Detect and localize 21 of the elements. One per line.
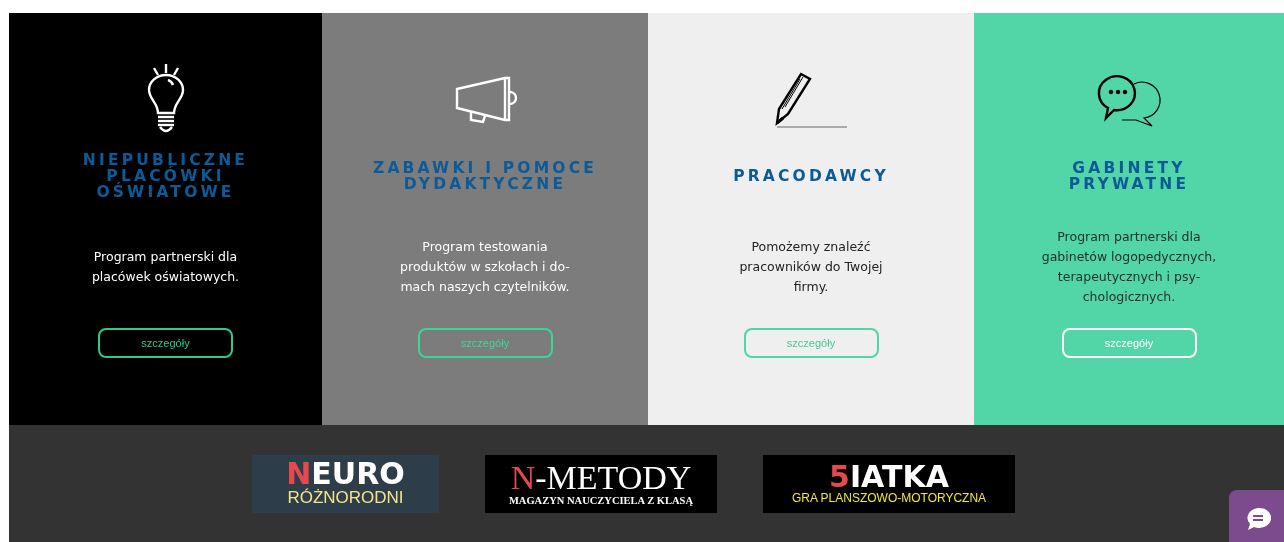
megaphone-icon bbox=[453, 76, 517, 124]
card-title: ZABAWKI I POMOCE DYDAKTYCZNE bbox=[372, 160, 598, 192]
pencil-icon bbox=[773, 71, 849, 129]
logo-wordmark: N-METODY bbox=[510, 460, 692, 495]
card-title: NIEPUBLICZNE PLACÓWKI OŚWIATOWE bbox=[82, 152, 249, 200]
magazine-logo[interactable]: N-METODY MAGAZYN NAUCZYCIELA Z KLASĄ bbox=[485, 454, 717, 513]
card-description: Program partnerski dla placówek oświatowych. bbox=[91, 248, 240, 286]
logo-tagline: RÓŻNORODNI bbox=[287, 489, 404, 508]
logo-wordmark: 5IATKA bbox=[829, 461, 949, 492]
card-title: PRACODAWCY bbox=[733, 168, 889, 184]
card-description: Pomożemy znaleźć pracowników do Twojej firmy. bbox=[739, 238, 883, 296]
details-button[interactable]: szczegóły bbox=[98, 327, 233, 358]
logo-tagline: MAGAZYN NAUCZYCIELA Z KLASĄ bbox=[508, 494, 694, 507]
chat-button[interactable] bbox=[1229, 490, 1284, 542]
logo-tagline: GRA PLANSZOWO-MOTORYCZNA bbox=[791, 491, 987, 506]
magazine-logo[interactable]: NEURO RÓŻNORODNI bbox=[252, 454, 439, 513]
card-description: Program partnerski dla gabinetów logopedycznych, terapeutycznych i psy- chologicznych. bbox=[1041, 228, 1217, 306]
card-title: GABINETY PRYWATNE bbox=[1068, 160, 1190, 192]
magazine-logo[interactable]: 5IATKA GRA PLANSZOWO-MOTORYCZNA bbox=[763, 454, 1015, 513]
chat-icon bbox=[1245, 507, 1271, 531]
card-description: Program testowania produktów w szkołach i do- mach naszych czytelników. bbox=[400, 238, 570, 296]
